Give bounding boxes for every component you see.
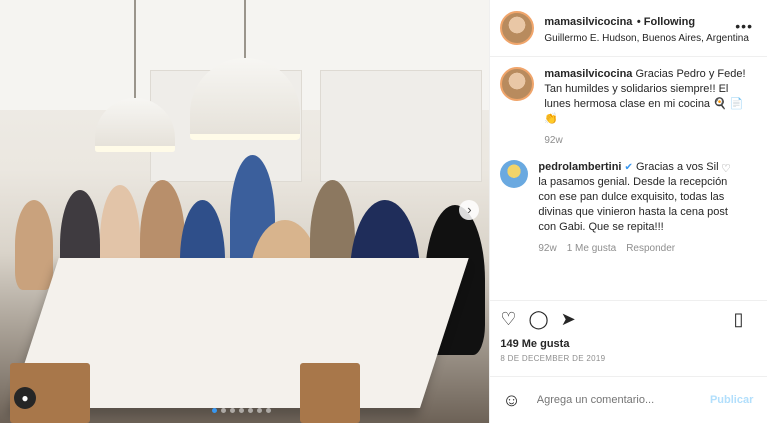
commenter-avatar[interactable] [500,67,535,101]
comment: mamasilvicocina Gracias Pedro y Fede! Ta… [500,67,757,148]
carousel-dot [239,408,244,413]
comment-age: 92w [544,135,563,146]
following-label[interactable]: • Following [637,16,695,28]
action-icons: ♡ ◯ ➤ ▯ [490,301,767,338]
likes-count[interactable]: 149 Me gusta [490,338,767,350]
carousel-dot [221,408,226,413]
comments-list: mamasilvicocina Gracias Pedro y Fede! Ta… [490,57,767,309]
post-header: mamasilvicocina • Following Guillermo E.… [490,0,767,57]
comment-input[interactable] [534,393,699,407]
lamp-cord [244,0,246,58]
comment-body: mamasilvicocina Gracias Pedro y Fede! Ta… [544,67,757,148]
like-comment-heart-icon[interactable]: ♡ [721,162,733,175]
carousel-dot [212,408,217,413]
post-date: 8 DE DECEMBER DE 2019 [500,354,606,363]
carousel-dot [257,408,262,413]
add-comment-bar: ☺ Publicar [490,376,767,423]
comment-icon[interactable]: ◯ [529,309,549,330]
share-icon[interactable]: ➤ [561,309,576,330]
more-options-icon[interactable]: ••• [735,18,753,34]
publish-button[interactable]: Publicar [710,394,753,406]
reply-button[interactable]: Responder [626,241,675,256]
carousel-dot [230,408,235,413]
emoji-icon[interactable]: ☺ [502,390,520,411]
author-username[interactable]: mamasilvicocina [544,16,632,28]
post-actions: ♡ ◯ ➤ ▯ 149 Me gusta 8 DE DECEMBER DE 20… [490,300,767,371]
author-avatar[interactable] [500,11,535,45]
carousel-dot [248,408,253,413]
comment-username[interactable]: pedrolambertini [538,161,621,173]
heart-icon[interactable]: ♡ [500,309,516,330]
post-sidebar: mamasilvicocina • Following Guillermo E.… [489,0,767,423]
user-tag-icon[interactable]: ● [14,387,36,409]
comment-username[interactable]: mamasilvicocina [544,68,632,80]
person [15,200,53,290]
verified-badge-icon: ✔ [624,162,633,173]
post-photo[interactable]: › ● [0,0,490,423]
comment-meta: 92w [544,133,757,148]
wooden-stool [300,363,360,423]
instagram-post: › ● mamasilvicocina • Following Guillerm… [0,0,767,423]
comment: pedrolambertini ✔ Gracias a vos Sil la p… [500,160,757,256]
bookmark-icon[interactable]: ▯ [733,309,743,330]
commenter-avatar[interactable] [500,160,529,188]
carousel-dot [266,408,271,413]
comment-age: 92w [538,243,557,254]
comment-likes[interactable]: 1 Me gusta [567,241,616,256]
comment-body: pedrolambertini ✔ Gracias a vos Sil la p… [538,160,728,256]
post-location[interactable]: Guillermo E. Hudson, Buenos Aires, Argen… [544,33,749,44]
carousel-dots [212,408,271,413]
lamp-cord [134,0,136,98]
comment-meta: 92w 1 Me gusta Responder [538,241,728,256]
